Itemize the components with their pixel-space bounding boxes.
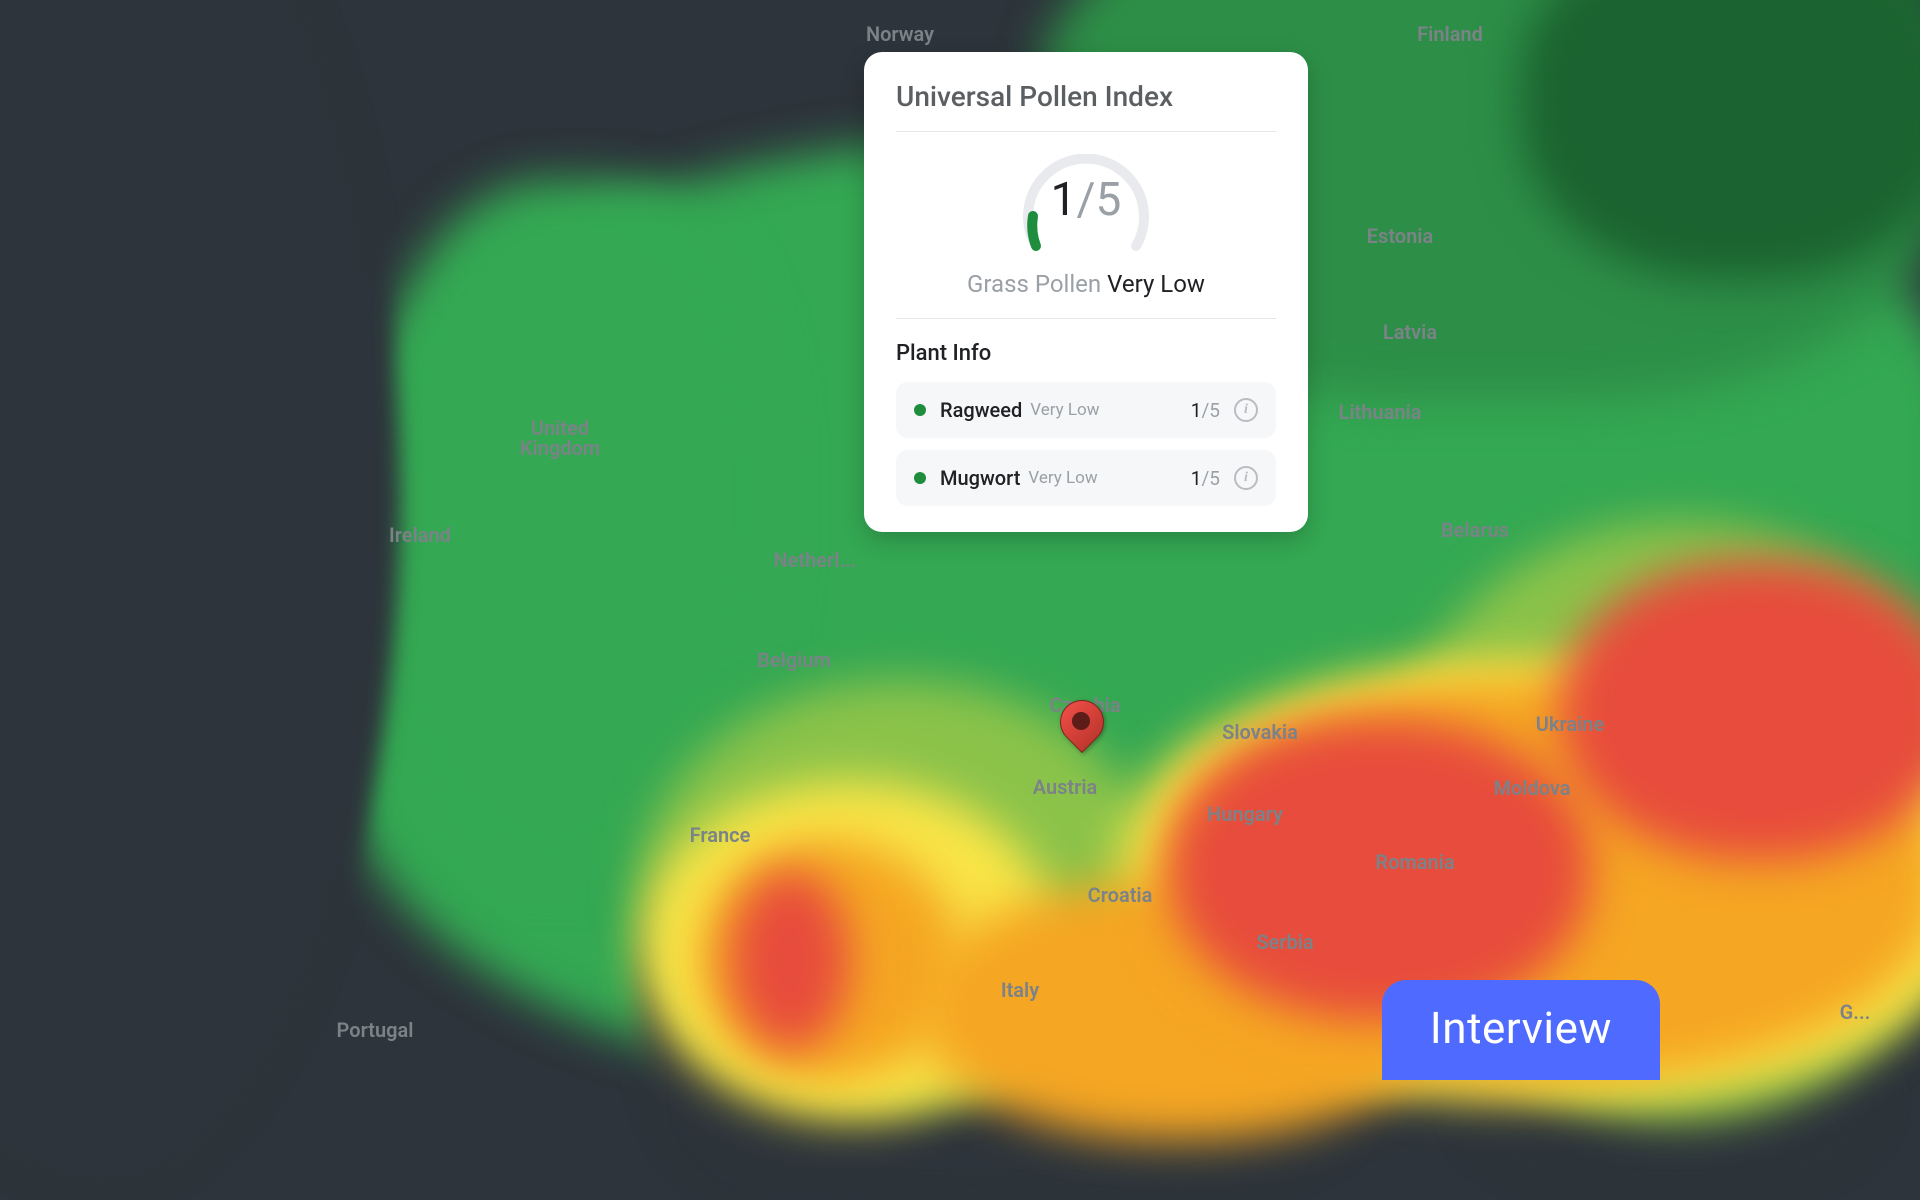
country-label: France — [690, 823, 751, 847]
map-pin[interactable] — [1060, 700, 1104, 744]
country-label: Netherl... — [774, 548, 857, 572]
country-label: Italy — [1001, 978, 1039, 1002]
divider — [896, 131, 1276, 132]
country-label: Croatia — [1088, 883, 1153, 907]
info-icon[interactable]: i — [1234, 466, 1258, 490]
country-label: UnitedKingdom — [520, 418, 600, 458]
country-label: G... — [1840, 1000, 1871, 1024]
level-dot — [914, 472, 926, 484]
country-label: Romania — [1375, 850, 1454, 874]
country-label: Belarus — [1441, 518, 1509, 542]
plant-level: Very Low — [1028, 468, 1097, 488]
plant-level: Very Low — [1030, 400, 1099, 420]
country-label: Hungary — [1207, 802, 1283, 826]
country-label: Latvia — [1383, 320, 1437, 344]
plant-score: 1/5 — [1191, 467, 1220, 490]
country-label: Finland — [1417, 22, 1483, 46]
info-icon[interactable]: i — [1234, 398, 1258, 422]
pollen-gauge: 1/5 — [1011, 154, 1161, 264]
country-label: Norway — [866, 22, 934, 46]
country-label: Slovakia — [1222, 720, 1298, 744]
plant-row[interactable]: Ragweed Very Low 1/5 i — [896, 382, 1276, 438]
country-label: Austria — [1033, 775, 1098, 799]
plant-row[interactable]: Mugwort Very Low 1/5 i — [896, 450, 1276, 506]
plant-score: 1/5 — [1191, 399, 1220, 422]
level-dot — [914, 404, 926, 416]
main-pollen-label: Grass PollenVery Low — [896, 270, 1276, 298]
pollen-index-card: Universal Pollen Index 1/5 Grass PollenV… — [864, 52, 1308, 532]
card-title: Universal Pollen Index — [896, 80, 1276, 113]
country-label: Lithuania — [1339, 400, 1422, 424]
country-label: Portugal — [337, 1018, 414, 1042]
gauge-value: 1 — [1051, 173, 1077, 227]
country-label: Moldova — [1493, 776, 1570, 800]
country-label: Belgium — [757, 648, 831, 672]
country-label: Serbia — [1256, 930, 1313, 954]
gauge-max: /5 — [1077, 173, 1122, 227]
interview-button[interactable]: Interview — [1382, 980, 1660, 1080]
plant-name: Ragweed — [940, 398, 1022, 422]
country-label: Ireland — [389, 523, 451, 547]
divider — [896, 318, 1276, 319]
plant-info-heading: Plant Info — [896, 341, 1276, 366]
country-label: Ukraine — [1536, 712, 1604, 736]
plant-name: Mugwort — [940, 466, 1020, 490]
country-label: Estonia — [1367, 224, 1433, 248]
